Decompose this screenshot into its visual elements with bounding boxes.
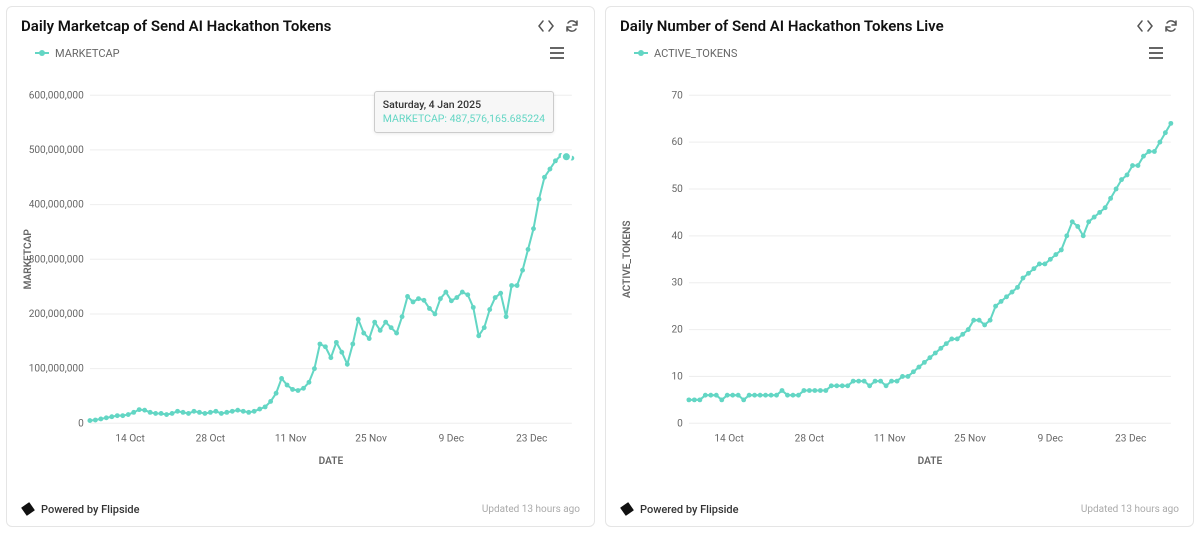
svg-text:28 Oct: 28 Oct xyxy=(196,434,225,445)
panel-header: Daily Marketcap of Send AI Hackathon Tok… xyxy=(7,7,594,41)
svg-text:400,000,000: 400,000,000 xyxy=(29,200,84,211)
legend-label: ACTIVE_TOKENS xyxy=(654,47,737,60)
svg-text:14 Oct: 14 Oct xyxy=(115,434,144,445)
svg-text:25 Nov: 25 Nov xyxy=(355,434,387,445)
svg-text:DATE: DATE xyxy=(918,456,943,467)
refresh-icon[interactable] xyxy=(564,18,580,34)
svg-text:0: 0 xyxy=(677,418,683,429)
panel-actions xyxy=(538,18,580,34)
powered-by[interactable]: Powered by Flipside xyxy=(21,502,140,516)
updated-label: Updated 13 hours ago xyxy=(482,504,580,515)
svg-text:30: 30 xyxy=(671,278,683,289)
svg-text:9 Dec: 9 Dec xyxy=(439,434,464,445)
line-chart-active-tokens[interactable]: 0 10 20 30 40 50 60 70 14 Oct 28 Oct 11 Nov 25 Nov 9… xyxy=(616,65,1183,490)
powered-label: Powered by Flipside xyxy=(41,503,140,516)
line-chart-marketcap[interactable]: 0 100,000,000 200,000,000 300,000,000 400,00… xyxy=(17,65,584,490)
code-icon[interactable] xyxy=(538,18,554,34)
svg-text:200,000,000: 200,000,000 xyxy=(29,309,84,320)
svg-text:11 Nov: 11 Nov xyxy=(874,434,906,445)
plot-area-marketcap[interactable]: 0 100,000,000 200,000,000 300,000,000 400,00… xyxy=(17,65,584,490)
legend-label: MARKETCAP xyxy=(55,47,120,60)
svg-text:25 Nov: 25 Nov xyxy=(954,434,986,445)
legend-marker-icon xyxy=(634,46,648,60)
chart-menu-icon[interactable] xyxy=(548,45,566,61)
legend-row: ACTIVE_TOKENS xyxy=(606,41,1193,61)
svg-text:23 Dec: 23 Dec xyxy=(516,434,547,445)
panel-footer: Powered by Flipside Updated 13 hours ago xyxy=(7,494,594,526)
svg-text:50: 50 xyxy=(671,184,683,195)
svg-text:11 Nov: 11 Nov xyxy=(275,434,307,445)
svg-text:20: 20 xyxy=(671,325,683,336)
svg-text:70: 70 xyxy=(671,90,683,101)
legend-item-active-tokens[interactable]: ACTIVE_TOKENS xyxy=(634,46,737,60)
flipside-logo-icon xyxy=(20,501,36,517)
svg-text:10: 10 xyxy=(671,371,683,382)
legend-row: MARKETCAP xyxy=(7,41,594,61)
svg-text:DATE: DATE xyxy=(319,456,344,467)
svg-text:28 Oct: 28 Oct xyxy=(795,434,824,445)
svg-text:14 Oct: 14 Oct xyxy=(714,434,743,445)
legend-marker-icon xyxy=(35,46,49,60)
code-icon[interactable] xyxy=(1137,18,1153,34)
refresh-icon[interactable] xyxy=(1163,18,1179,34)
svg-text:40: 40 xyxy=(671,231,683,242)
plot-area-active-tokens[interactable]: 0 10 20 30 40 50 60 70 14 Oct 28 Oct 11 Nov 25 Nov 9… xyxy=(616,65,1183,490)
svg-text:500,000,000: 500,000,000 xyxy=(29,145,84,156)
chart-menu-icon[interactable] xyxy=(1147,45,1165,61)
svg-text:100,000,000: 100,000,000 xyxy=(29,364,84,375)
svg-text:MARKETCAP: MARKETCAP xyxy=(23,229,34,290)
powered-by[interactable]: Powered by Flipside xyxy=(620,502,739,516)
svg-text:23 Dec: 23 Dec xyxy=(1115,434,1146,445)
panel-header: Daily Number of Send AI Hackathon Tokens… xyxy=(606,7,1193,41)
svg-text:9 Dec: 9 Dec xyxy=(1038,434,1063,445)
panel-title: Daily Marketcap of Send AI Hackathon Tok… xyxy=(21,17,331,35)
svg-text:0: 0 xyxy=(78,418,84,429)
svg-text:ACTIVE_TOKENS: ACTIVE_TOKENS xyxy=(622,221,633,299)
legend-item-marketcap[interactable]: MARKETCAP xyxy=(35,46,120,60)
chart-panel-marketcap: Daily Marketcap of Send AI Hackathon Tok… xyxy=(6,6,595,527)
flipside-logo-icon xyxy=(619,501,635,517)
panel-footer: Powered by Flipside Updated 13 hours ago xyxy=(606,494,1193,526)
panel-actions xyxy=(1137,18,1179,34)
chart-panel-active-tokens: Daily Number of Send AI Hackathon Tokens… xyxy=(605,6,1194,527)
svg-text:60: 60 xyxy=(671,137,683,148)
svg-text:300,000,000: 300,000,000 xyxy=(29,254,84,265)
panel-title: Daily Number of Send AI Hackathon Tokens… xyxy=(620,17,944,35)
updated-label: Updated 13 hours ago xyxy=(1081,504,1179,515)
svg-text:600,000,000: 600,000,000 xyxy=(29,90,84,101)
powered-label: Powered by Flipside xyxy=(640,503,739,516)
